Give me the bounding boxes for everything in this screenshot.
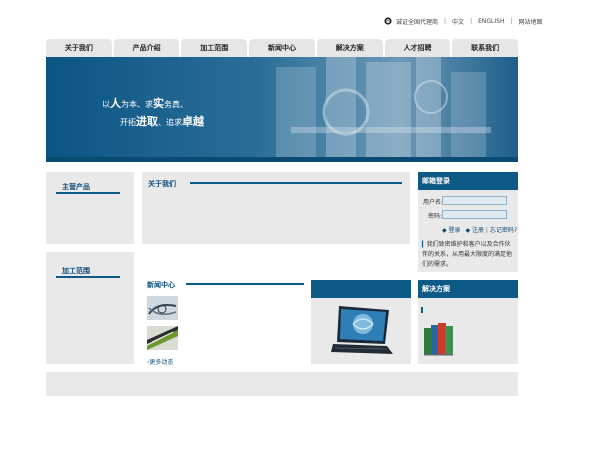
sitemap-link[interactable]: 网站地图 — [519, 17, 543, 26]
main-nav: 关于我们 产品介绍 加工范围 新闻中心 解决方案 人才招聘 联系我们 — [46, 39, 519, 58]
bullet-mark — [421, 307, 423, 313]
about-title: 关于我们 — [148, 180, 176, 188]
nav-products[interactable]: 产品介绍 — [113, 39, 180, 58]
password-input[interactable] — [442, 210, 507, 219]
hero-banner: 以人为本、求实务真、 开拓进取、追求卓越 — [46, 57, 518, 162]
news-thumbnail-1[interactable] — [147, 296, 178, 320]
divider: | — [510, 17, 513, 25]
nav-about[interactable]: 关于我们 — [46, 39, 112, 58]
news-thumbnail-2[interactable] — [147, 326, 178, 350]
nav-solutions[interactable]: 解决方案 — [316, 39, 383, 58]
username-input[interactable] — [442, 196, 507, 205]
divider: | — [470, 17, 473, 25]
products-panel: 主营产品 — [46, 172, 134, 244]
login-panel: 邮箱登录 用户名: 密码: ◆ 登录 ◆ 注册 | 忘记密码? ▎我们致密维护和… — [418, 172, 518, 272]
news-title: 新闻中心 — [147, 281, 175, 289]
title-underline — [186, 283, 304, 285]
title-underline — [56, 276, 120, 278]
english-link[interactable]: ENGLISH — [478, 18, 504, 25]
nav-contact[interactable]: 联系我们 — [452, 39, 519, 58]
phone-icon — [384, 17, 392, 25]
feature-header — [311, 280, 411, 298]
solutions-panel: 解决方案 — [418, 280, 518, 364]
binders-image — [424, 323, 453, 356]
solutions-title: 解决方案 — [418, 280, 518, 298]
about-panel: 关于我们 — [142, 172, 410, 244]
banner-slogan-2: 开拓进取、追求卓越 — [120, 115, 204, 128]
login-actions: ◆ 登录 ◆ 注册 | 忘记密码? — [442, 227, 518, 234]
login-note: ▎我们致密维护和客户以及合作伙伴的关系，从用最大限度的满足他们的需求。 — [422, 241, 513, 268]
title-underline — [190, 182, 402, 184]
forgot-password-link[interactable]: 忘记密码? — [490, 227, 517, 234]
footer — [46, 372, 518, 396]
top-bar: 诚证全国代理商 | 中文 | ENGLISH | 网站地图 — [384, 15, 543, 27]
feature-panel — [311, 280, 411, 364]
register-link[interactable]: ◆ 注册 — [465, 227, 484, 234]
more-news-link[interactable]: ›更多动态 — [147, 357, 173, 366]
title-underline — [56, 192, 120, 194]
laptop-image — [331, 306, 393, 354]
nav-jobs[interactable]: 人才招聘 — [384, 39, 451, 58]
divider: | — [444, 17, 447, 25]
range-title: 加工范围 — [62, 267, 90, 275]
news-panel: 新闻中心 ›更多动态 — [142, 278, 308, 366]
username-label: 用户名: — [423, 199, 444, 206]
cert-text: 诚证全国代理商 — [396, 18, 439, 26]
banner-slogan-1: 以人为本、求实务真、 — [102, 97, 188, 110]
nav-news[interactable]: 新闻中心 — [249, 39, 315, 58]
products-title: 主营产品 — [62, 183, 90, 191]
password-label: 密码: — [428, 213, 443, 220]
chinese-link[interactable]: 中文 — [452, 17, 464, 26]
range-panel: 加工范围 — [46, 252, 134, 364]
login-title: 邮箱登录 — [418, 172, 518, 190]
login-link[interactable]: ◆ 登录 — [442, 227, 461, 234]
nav-processing[interactable]: 加工范围 — [181, 39, 248, 58]
